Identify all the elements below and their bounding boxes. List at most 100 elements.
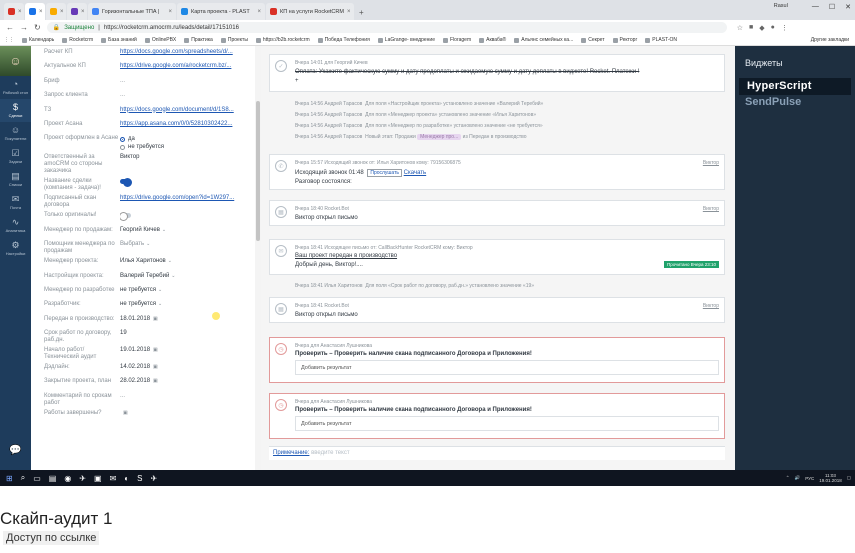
apps-icon[interactable]: ⋮⋮ [4,37,14,43]
tray-arrow-icon[interactable]: ⌃ [786,475,790,481]
browser-tab[interactable]: × [67,3,87,20]
browser-tab[interactable]: Карта проекта - PLAST × [177,3,265,20]
maximize-icon[interactable]: ☐ [829,3,835,11]
skype-icon[interactable]: S [137,474,142,483]
tab-close-icon[interactable]: × [168,9,172,15]
browser-tab[interactable]: × [46,3,66,20]
field-value[interactable]: Виктор [120,151,261,161]
tab-close-icon[interactable]: × [81,9,85,15]
nav-item[interactable]: ◔ Рабочий стол [0,76,31,99]
reload-icon[interactable]: ↻ [34,23,41,32]
mail-icon[interactable]: ✉ [110,474,117,483]
volume-icon[interactable]: 🔊 [795,475,801,481]
new-tab-icon[interactable]: + [359,8,364,17]
extension-icon[interactable]: ■ [749,24,753,32]
field-value[interactable]: Георгий Кичев ⌄ [120,224,261,234]
field-value[interactable]: https://drive.google.com/open?id=1W297..… [120,192,261,202]
add-result-input[interactable]: Добавить результат [295,360,719,375]
nav-item[interactable]: ☑ Задачи [0,145,31,168]
nav-item[interactable]: $ Сделки [0,99,31,122]
explorer-icon[interactable]: ▤ [49,474,57,483]
radio-option[interactable]: да [120,135,261,143]
radio-icon[interactable] [120,144,125,150]
field-value[interactable]: https://app.asana.com/0/0/52810302422... [120,118,261,128]
tab-close-icon[interactable]: × [257,9,261,15]
url-input[interactable]: 🔒 Защищено | https://rocketcrm.amocrm.ru… [46,22,727,33]
note-input[interactable]: Примечание: введите текст [269,446,725,460]
bookmark-item[interactable]: OnlinePBX [144,37,176,43]
email-subject[interactable]: Ваш проект передан в производство [295,253,397,259]
toggle-switch[interactable] [120,178,132,188]
calendar-icon[interactable]: ▣ [153,364,158,370]
telegram-icon[interactable]: ✈ [150,474,157,483]
field-value[interactable]: Илья Харитонов ⌄ [120,255,261,265]
close-icon[interactable]: ✕ [845,3,851,11]
scrollbar-thumb[interactable] [256,101,260,241]
bookmark-item[interactable]: PLAST-ON [645,37,677,43]
field-value[interactable]: ... [120,89,261,99]
extension-icon[interactable]: ◆ [759,24,764,32]
field-value[interactable]: Валерий Теребий ⌄ [120,270,261,280]
app-icon[interactable]: ▣ [94,474,102,483]
tab-close-icon[interactable]: × [18,9,22,15]
tab-close-icon[interactable]: × [347,9,351,15]
nav-item[interactable]: ✉ Почта [0,191,31,214]
add-result-input[interactable]: Добавить результат [295,416,719,431]
bookmark-item[interactable]: Альянс семейных ка... [514,37,573,43]
call-contact-link[interactable]: Виктор [703,160,719,166]
radio-icon[interactable] [120,136,125,142]
field-value[interactable]: https://drive.google.com/a/rocketcrm.bz/… [120,60,261,70]
extension-icon[interactable]: ● [771,24,775,32]
field-value[interactable]: 19 [120,327,261,337]
field-value[interactable] [120,175,261,188]
browser-tab[interactable]: × [25,3,45,20]
field-value[interactable]: 14.02.2018 ▣ [120,361,261,371]
chat-icon[interactable]: 💬 [0,445,31,456]
check-icon[interactable]: ✓ [275,60,287,72]
bookmark-item[interactable]: Практика [184,37,213,43]
toggle-switch[interactable] [120,212,131,222]
bookmark-item[interactable]: Секрет [581,37,605,43]
bookmark-item[interactable]: Floragem [443,37,471,43]
sendpulse-widget[interactable]: SendPulse [745,96,801,108]
star-icon[interactable]: ☆ [737,24,743,32]
taskview-icon[interactable]: ▭ [33,474,41,483]
nav-item[interactable]: ☺ Покупатели [0,122,31,145]
contact-link[interactable]: Виктор [703,303,719,309]
radio-option[interactable]: не требуется [120,143,261,151]
browser-tab[interactable]: Горизонтальные ТПА | × [88,3,176,20]
field-value[interactable]: https://docs.google.com/document/d/1S8..… [120,104,261,114]
field-value[interactable] [120,209,261,222]
field-value[interactable]: 19.01.2018 ▣ [120,344,261,354]
hyperscript-widget[interactable]: HyperScript [739,78,851,95]
menu-icon[interactable]: ⋮ [781,24,788,32]
bookmark-item[interactable]: https://b2b.rocketcrm [255,37,310,43]
field-value[interactable]: не требуется ⌄ [120,298,261,308]
calendar-icon[interactable]: ▣ [153,378,158,384]
tab-close-icon[interactable]: × [60,9,64,15]
nav-item[interactable]: ▤ Списки [0,168,31,191]
note-label[interactable]: Примечание: [273,450,309,456]
windows-start-icon[interactable]: ⊞ [6,474,13,483]
forward-icon[interactable]: → [20,23,28,32]
tab-close-icon[interactable]: × [39,9,43,15]
app-icon[interactable]: ◐ [124,474,129,483]
language-indicator[interactable]: РУС [805,476,814,481]
avatar[interactable]: ☺ [0,46,31,76]
bookmark-item[interactable]: Победа Телефония [317,37,370,43]
listen-button[interactable]: Прослушать [367,169,402,177]
bookmark-item[interactable]: Rocketcrm [62,37,93,43]
calendar-icon[interactable]: ▣ [153,316,158,322]
bookmark-item[interactable]: Проекты [220,37,248,43]
search-icon[interactable]: ⌕ [21,473,25,483]
calendar-icon[interactable]: ▣ [123,410,128,416]
bookmark-item[interactable]: База знаний [101,37,137,43]
field-value[interactable]: ... [120,390,261,400]
field-value[interactable]: Выбрать ⌄ [120,238,261,248]
field-value[interactable]: https://docs.google.com/spreadsheets/d/.… [120,46,261,56]
browser-tab[interactable]: КП на услуги RocketCRM × [266,3,354,20]
notifications-icon[interactable]: ▢ [847,475,851,481]
bookmark-item[interactable]: LaGrange- внедрение [377,37,435,43]
clock-icon[interactable]: ◷ [275,343,287,355]
field-value[interactable]: не требуется ⌄ [120,284,261,294]
